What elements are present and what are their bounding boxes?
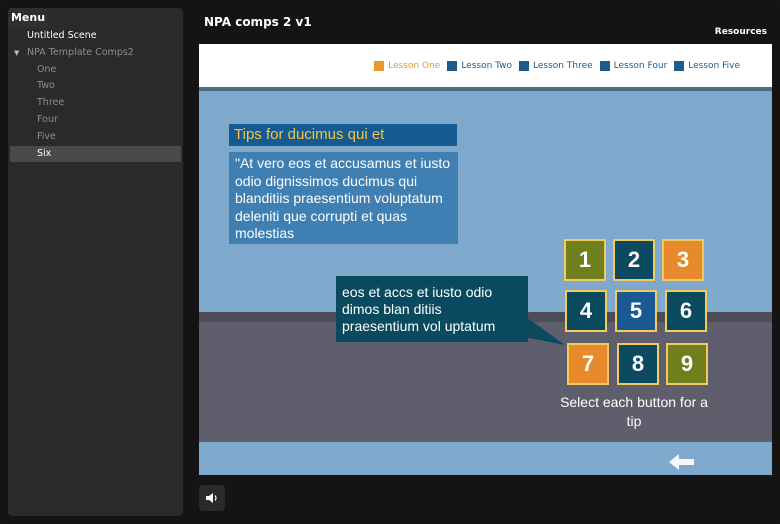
header-divider	[199, 87, 772, 91]
tip-button-1[interactable]: 1	[564, 239, 606, 281]
menu-item-label: Five	[37, 130, 56, 142]
lesson-five-link[interactable]: Lesson Five	[674, 61, 740, 71]
menu-item-one[interactable]: One	[10, 62, 181, 79]
menu-item-label: One	[37, 63, 57, 75]
tip-callout: eos et accs et iusto odio dimos blan dit…	[336, 276, 528, 342]
square-icon	[374, 61, 385, 71]
tip-button-4[interactable]: 4	[565, 290, 607, 332]
lesson-label: Lesson One	[388, 61, 441, 71]
tip-button-3[interactable]: 3	[662, 239, 704, 281]
player-window: Menu Untitled Scene ▼ NPA Template Comps2…	[0, 0, 780, 524]
menu-list: Untitled Scene ▼ NPA Template Comps2 One …	[10, 28, 181, 163]
menu-item-label: Four	[37, 113, 58, 125]
speaker-icon	[206, 493, 217, 503]
tips-body: "At vero eos et accusamus et iusto odio …	[229, 152, 458, 244]
instruction-text: Select each button for a tip	[560, 394, 708, 429]
lesson-four-link[interactable]: Lesson Four	[599, 61, 668, 71]
lesson-three-link[interactable]: Lesson Three	[519, 61, 593, 71]
square-icon	[519, 61, 530, 71]
caret-down-icon[interactable]: ▼	[14, 45, 24, 62]
menu-item-two[interactable]: Two	[10, 78, 181, 95]
tip-button-9[interactable]: 9	[666, 343, 708, 385]
resources-button[interactable]: Resources	[715, 27, 767, 37]
back-arrow-icon[interactable]	[669, 453, 695, 471]
menu-item-six[interactable]: Six	[10, 145, 181, 163]
menu-item-label: Two	[37, 80, 55, 92]
lesson-one-link[interactable]: Lesson One	[374, 61, 440, 71]
volume-button[interactable]	[199, 485, 225, 511]
course-title: NPA comps 2 v1	[204, 15, 312, 29]
lesson-label: Lesson Five	[688, 61, 740, 71]
menu-item-label: NPA Template Comps2	[27, 46, 134, 58]
lesson-nav: Lesson One Lesson Two Lesson Three Lesso…	[374, 61, 740, 71]
slide-area: Lesson One Lesson Two Lesson Three Lesso…	[199, 44, 772, 475]
menu-item-scene[interactable]: Untitled Scene	[10, 28, 181, 45]
menu-item-five[interactable]: Five	[10, 129, 181, 146]
tip-button-5[interactable]: 5	[615, 290, 657, 332]
lesson-label: Lesson Two	[461, 61, 513, 71]
menu-item-four[interactable]: Four	[10, 112, 181, 129]
menu-tab[interactable]: Menu	[8, 8, 48, 28]
lesson-label: Lesson Four	[613, 61, 668, 71]
square-icon	[447, 61, 458, 71]
square-icon	[674, 61, 685, 71]
menu-item-three[interactable]: Three	[10, 95, 181, 112]
menu-item-label: Untitled Scene	[27, 30, 97, 41]
tip-button-8[interactable]: 8	[617, 343, 659, 385]
callout-tail	[519, 312, 565, 345]
tips-title: Tips for ducimus qui et	[229, 124, 457, 146]
menu-item-label: Six	[37, 147, 52, 159]
menu-item-template[interactable]: ▼ NPA Template Comps2	[10, 45, 181, 62]
tip-button-7[interactable]: 7	[567, 343, 609, 385]
lesson-label: Lesson Three	[533, 61, 593, 71]
tip-button-2[interactable]: 2	[613, 239, 655, 281]
square-icon	[599, 61, 610, 71]
menu-item-label: Three	[37, 97, 65, 109]
tip-button-6[interactable]: 6	[665, 290, 707, 332]
lesson-two-link[interactable]: Lesson Two	[447, 61, 512, 71]
